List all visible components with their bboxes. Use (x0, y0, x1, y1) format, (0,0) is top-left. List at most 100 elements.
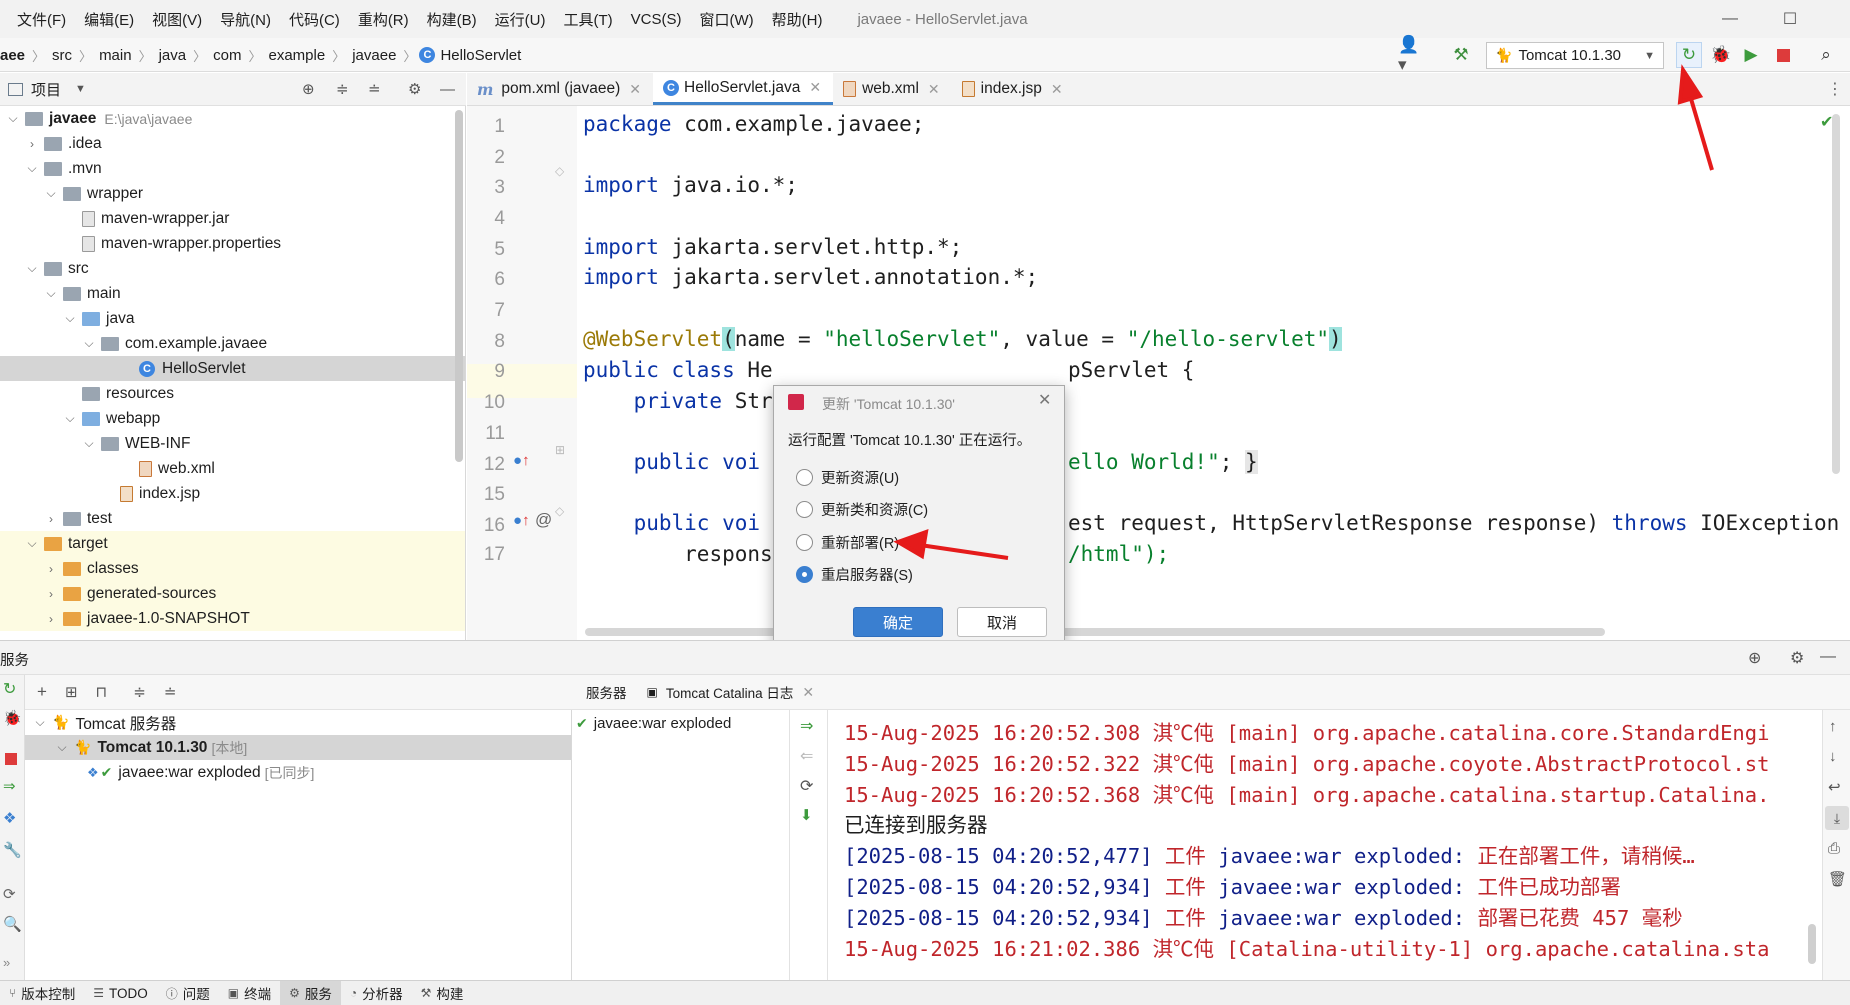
fold-icon[interactable]: ◇ (555, 164, 564, 178)
wrench-icon[interactable]: 🔧 (3, 841, 22, 859)
implements-marker-icon[interactable]: ●↑ (513, 452, 530, 469)
tree-item[interactable]: ⌵ java (0, 306, 465, 331)
more-icon[interactable]: » (3, 955, 10, 970)
editor-vertical-scrollbar[interactable] (1832, 114, 1840, 474)
menu-edit[interactable]: 编辑(E) (75, 9, 143, 30)
menu-view[interactable]: 视图(V) (143, 9, 211, 30)
close-icon[interactable]: ✕ (928, 81, 940, 98)
tree-item[interactable]: maven-wrapper.jar (0, 206, 465, 231)
tree-item[interactable]: web.xml (0, 456, 465, 481)
more-tabs-icon[interactable]: ⋮ (1820, 73, 1850, 105)
rerun-icon[interactable]: ↻ (3, 679, 16, 699)
tree-item[interactable]: ⌵ src (0, 256, 465, 281)
breadcrumb-com[interactable]: com (209, 47, 245, 64)
statusbar-profiler[interactable]: ◔ 分析器 (341, 981, 412, 1005)
stop-icon[interactable] (1777, 49, 1790, 62)
cancel-button[interactable]: 取消 (957, 607, 1047, 637)
dialog-close-icon[interactable]: ✕ (1038, 390, 1051, 410)
maximize-icon[interactable]: ☐ (1760, 0, 1820, 38)
arrow-up-icon[interactable]: ↑ (1829, 718, 1837, 735)
tab-helloservlet-java[interactable]: C HelloServlet.java ✕ (653, 73, 834, 105)
download-icon[interactable]: ⬇ (800, 806, 813, 824)
editor-horizontal-scrollbar[interactable] (585, 628, 1605, 636)
chevron-down-icon[interactable]: ⌵ (25, 261, 39, 276)
log-console[interactable]: 15-Aug-2025 16:20:52.308 淇℃伅 [main] org.… (828, 710, 1822, 980)
hide-icon[interactable]: — (1820, 648, 1836, 666)
undeploy-icon[interactable]: ⇐ (800, 746, 813, 766)
statusbar-build[interactable]: ⚒ 构建 (412, 981, 473, 1005)
crosshair-icon[interactable]: ⊕ (302, 80, 315, 98)
tree-item[interactable]: › .idea (0, 131, 465, 156)
soft-wrap-icon[interactable]: ↩ (1828, 778, 1841, 796)
chevron-down-icon[interactable]: ⌵ (63, 411, 77, 426)
chevron-down-icon[interactable]: ⌵ (44, 186, 58, 201)
statusbar-terminal[interactable]: ▣ 终端 (219, 981, 280, 1005)
chevron-down-icon[interactable]: ⌵ (25, 536, 39, 551)
radio-button[interactable] (796, 469, 813, 486)
radio-button-selected[interactable] (796, 566, 813, 583)
inspection-ok-icon[interactable]: ✔ (1820, 112, 1833, 131)
tree-item[interactable]: › javaee-1.0-SNAPSHOT (0, 606, 465, 631)
breadcrumb-src[interactable]: src (48, 47, 76, 64)
expand-all-icon[interactable]: ≑ (133, 683, 146, 701)
close-icon[interactable]: ✕ (809, 79, 821, 96)
code-editor[interactable]: package com.example.javaee; import java.… (577, 106, 1850, 640)
services-panel-title[interactable]: 服务 (0, 649, 29, 670)
chevron-right-icon[interactable]: › (44, 612, 58, 626)
user-icon[interactable]: 👤▾ (1398, 35, 1424, 74)
breadcrumb-class[interactable]: HelloServlet (440, 47, 525, 64)
tree-item[interactable]: › classes (0, 556, 465, 581)
menu-tools[interactable]: 工具(T) (554, 9, 621, 30)
run-coverage-icon[interactable]: ▶ (1738, 42, 1764, 68)
stop-icon[interactable] (5, 753, 17, 765)
option-redeploy[interactable]: 重新部署(R) (796, 532, 899, 553)
tree-item[interactable]: ⌵ target (0, 531, 465, 556)
gear-icon[interactable]: ⚙ (408, 80, 421, 98)
tree-item[interactable]: maven-wrapper.properties (0, 231, 465, 256)
refresh-icon[interactable]: ⟳ (3, 885, 16, 903)
statusbar-problems[interactable]: ⓘ 问题 (157, 981, 219, 1005)
crosshair-icon[interactable]: ⊕ (1748, 648, 1761, 668)
deploy-icon[interactable]: ⇒ (3, 777, 16, 795)
minimize-icon[interactable]: — (1700, 0, 1760, 38)
debug-bug-icon[interactable]: 🐞 (3, 709, 22, 727)
option-update-classes-resources[interactable]: 更新类和资源(C) (796, 499, 928, 520)
tree-item[interactable]: ⌵ wrapper (0, 181, 465, 206)
tab-catalina-log[interactable]: ▣ Tomcat Catalina 日志 ✕ (641, 675, 829, 709)
tab-index-jsp[interactable]: index.jsp ✕ (952, 73, 1075, 105)
tree-item[interactable]: index.jsp (0, 481, 465, 506)
log-scrollbar[interactable] (1808, 924, 1816, 964)
breadcrumb-project[interactable]: aee (0, 47, 29, 64)
deploy-icon[interactable]: ⇒ (800, 716, 813, 736)
refresh-icon[interactable]: ⟳ (800, 776, 813, 796)
option-restart-server[interactable]: 重启服务器(S) (796, 564, 913, 585)
service-tomcat-servers[interactable]: ⌵ 🐈 Tomcat 服务器 (25, 710, 571, 735)
implements-marker-icon[interactable]: ●↑ (513, 512, 530, 529)
arrow-down-icon[interactable]: ↓ (1829, 748, 1837, 765)
chevron-down-icon[interactable]: ⌵ (82, 336, 96, 351)
add-icon[interactable]: + (37, 682, 47, 702)
project-panel-title[interactable]: 项目 (31, 79, 61, 100)
collapse-all-icon[interactable]: ≐ (164, 683, 177, 701)
build-hammer-icon[interactable]: ⚒ (1448, 42, 1474, 68)
tree-item[interactable]: C HelloServlet (0, 356, 465, 381)
menu-vcs[interactable]: VCS(S) (622, 11, 691, 28)
run-config-selector[interactable]: 🐈 Tomcat 10.1.30 ▼ (1486, 42, 1664, 69)
menu-window[interactable]: 窗口(W) (690, 9, 762, 30)
tree-item[interactable]: › generated-sources (0, 581, 465, 606)
chevron-down-icon[interactable]: ⌵ (82, 436, 96, 451)
tree-item[interactable]: ⌵ .mvn (0, 156, 465, 181)
deployment-item[interactable]: ✔ javaee:war exploded (576, 715, 731, 732)
fold-icon[interactable]: ⊞ (555, 443, 565, 457)
update-app-icon[interactable]: ↻ (1676, 42, 1702, 68)
service-tomcat-10[interactable]: ⌵ 🐈 Tomcat 10.1.30 [本地] (25, 735, 571, 760)
group-icon[interactable]: ⊞ (65, 683, 78, 701)
tree-item[interactable]: ⌵ main (0, 281, 465, 306)
print-icon[interactable]: ⎙ (1828, 840, 1840, 857)
inspect-icon[interactable]: 🔍 (3, 915, 22, 933)
menu-help[interactable]: 帮助(H) (763, 9, 832, 30)
annotation-marker-icon[interactable]: @ (535, 510, 552, 530)
fold-icon[interactable]: ◇ (555, 504, 564, 518)
artifact-icon[interactable]: ❖ (3, 809, 16, 827)
tree-item[interactable]: › test (0, 506, 465, 531)
